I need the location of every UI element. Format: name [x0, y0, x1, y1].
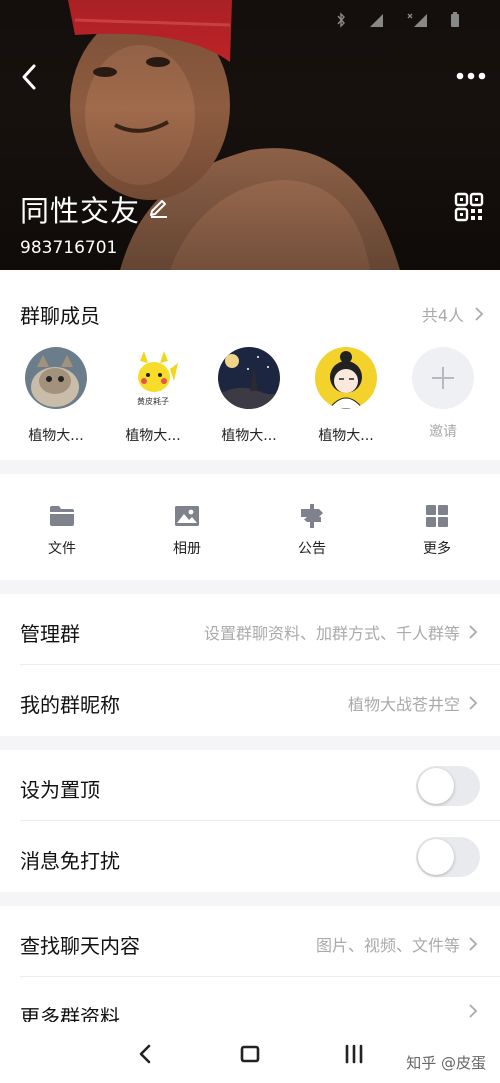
group-header: 同性交友 983716701 [0, 0, 500, 270]
manage-group-title: 管理群 [20, 622, 80, 646]
pin-chat-toggle[interactable] [416, 766, 480, 806]
member-name: 植物大... [125, 428, 181, 444]
invite-label: 邀请 [429, 424, 457, 440]
member-item[interactable]: 黄皮耗子 植物大... [108, 347, 198, 445]
album-button[interactable]: 相册 [137, 502, 237, 558]
add-icon [412, 347, 474, 409]
album-label: 相册 [173, 541, 201, 557]
nav-back-icon[interactable] [134, 1042, 158, 1066]
group-nickname-text: 植物大战苍井空 [347, 695, 460, 714]
announcement-label: 公告 [298, 541, 326, 557]
more-tools-button[interactable]: 更多 [387, 502, 487, 558]
avatar-caption: 黄皮耗子 [137, 396, 169, 406]
members-title: 群聊成员 [20, 304, 100, 328]
image-icon [175, 506, 199, 526]
group-nickname-row[interactable]: 我的群昵称 植物大战苍井空 [0, 665, 500, 736]
files-button[interactable]: 文件 [12, 502, 112, 558]
group-id: 983716701 [20, 238, 118, 258]
member-item[interactable]: 植物大... [301, 347, 391, 445]
chevron-right-icon [469, 1004, 478, 1018]
member-avatar [218, 347, 280, 409]
mute-toggle[interactable] [416, 837, 480, 877]
pin-chat-title: 设为置顶 [20, 778, 100, 802]
search-section: 查找聊天内容 图片、视频、文件等 更多群资料 [0, 906, 500, 1036]
member-avatar [315, 347, 377, 410]
group-nickname-value: 植物大战苍井空 [348, 691, 478, 715]
battery-icon [451, 12, 459, 27]
manage-section: 管理群 设置群聊资料、加群方式、千人群等 我的群昵称 植物大战苍井空 [0, 594, 500, 736]
tools-section: 文件 相册 公告 更多 [0, 474, 500, 580]
manage-group-desc: 设置群聊资料、加群方式、千人群等 [203, 624, 460, 643]
members-section: 群聊成员 共4人 植物大... 黄皮耗子 植物大... 植物大... 植物大..… [0, 270, 500, 460]
chevron-right-icon [475, 307, 484, 321]
signal-icon-2 [407, 13, 427, 27]
chevron-right-icon [469, 625, 478, 639]
chevron-right-icon [469, 937, 478, 951]
invite-button[interactable]: 邀请 [398, 347, 488, 441]
watermark-text: 知乎 @皮蛋 [406, 1054, 486, 1072]
group-nickname-title: 我的群昵称 [20, 693, 120, 717]
bluetooth-icon [337, 12, 345, 28]
member-item[interactable]: 植物大... [204, 347, 294, 445]
find-chat-content-value: 图片、视频、文件等 [316, 932, 478, 956]
mute-title: 消息免打扰 [20, 849, 120, 873]
member-item[interactable]: 植物大... [11, 347, 101, 445]
find-chat-content-desc: 图片、视频、文件等 [315, 936, 460, 955]
toggles-section: 设为置顶 消息免打扰 [0, 750, 500, 892]
announcement-button[interactable]: 公告 [262, 502, 362, 558]
find-chat-content-title: 查找聊天内容 [20, 934, 140, 958]
chevron-right-icon [469, 696, 478, 710]
more-tools-label: 更多 [423, 541, 451, 557]
member-avatar [25, 347, 87, 409]
manage-group-value: 设置群聊资料、加群方式、千人群等 [204, 620, 478, 644]
pin-chat-row: 设为置顶 [0, 750, 500, 821]
member-name: 植物大... [221, 428, 277, 444]
more-group-info-value [468, 1003, 478, 1019]
member-name: 植物大... [318, 428, 374, 444]
member-count-link[interactable]: 共4人 [422, 302, 484, 326]
edit-name-icon[interactable] [148, 196, 170, 218]
mute-row: 消息免打扰 [0, 821, 500, 892]
status-bar-icons [336, 12, 460, 28]
nav-recents-icon[interactable] [342, 1042, 366, 1066]
group-name: 同性交友 [20, 194, 141, 228]
find-chat-content-row[interactable]: 查找聊天内容 图片、视频、文件等 [0, 906, 500, 977]
grid-icon [426, 505, 448, 527]
manage-group-row[interactable]: 管理群 设置群聊资料、加群方式、千人群等 [0, 594, 500, 665]
more-options-icon[interactable] [454, 62, 488, 90]
member-count: 共4人 [421, 306, 464, 325]
files-label: 文件 [48, 541, 76, 557]
back-icon[interactable] [16, 60, 46, 94]
nav-home-icon[interactable] [238, 1042, 262, 1066]
signpost-icon [301, 504, 323, 528]
member-avatar: 黄皮耗子 [122, 347, 184, 409]
member-name: 植物大... [28, 428, 84, 444]
system-nav-bar: 知乎 @皮蛋 [0, 1022, 500, 1083]
folder-icon [50, 506, 74, 526]
signal-icon [370, 14, 383, 27]
qr-code-icon[interactable] [454, 192, 484, 222]
